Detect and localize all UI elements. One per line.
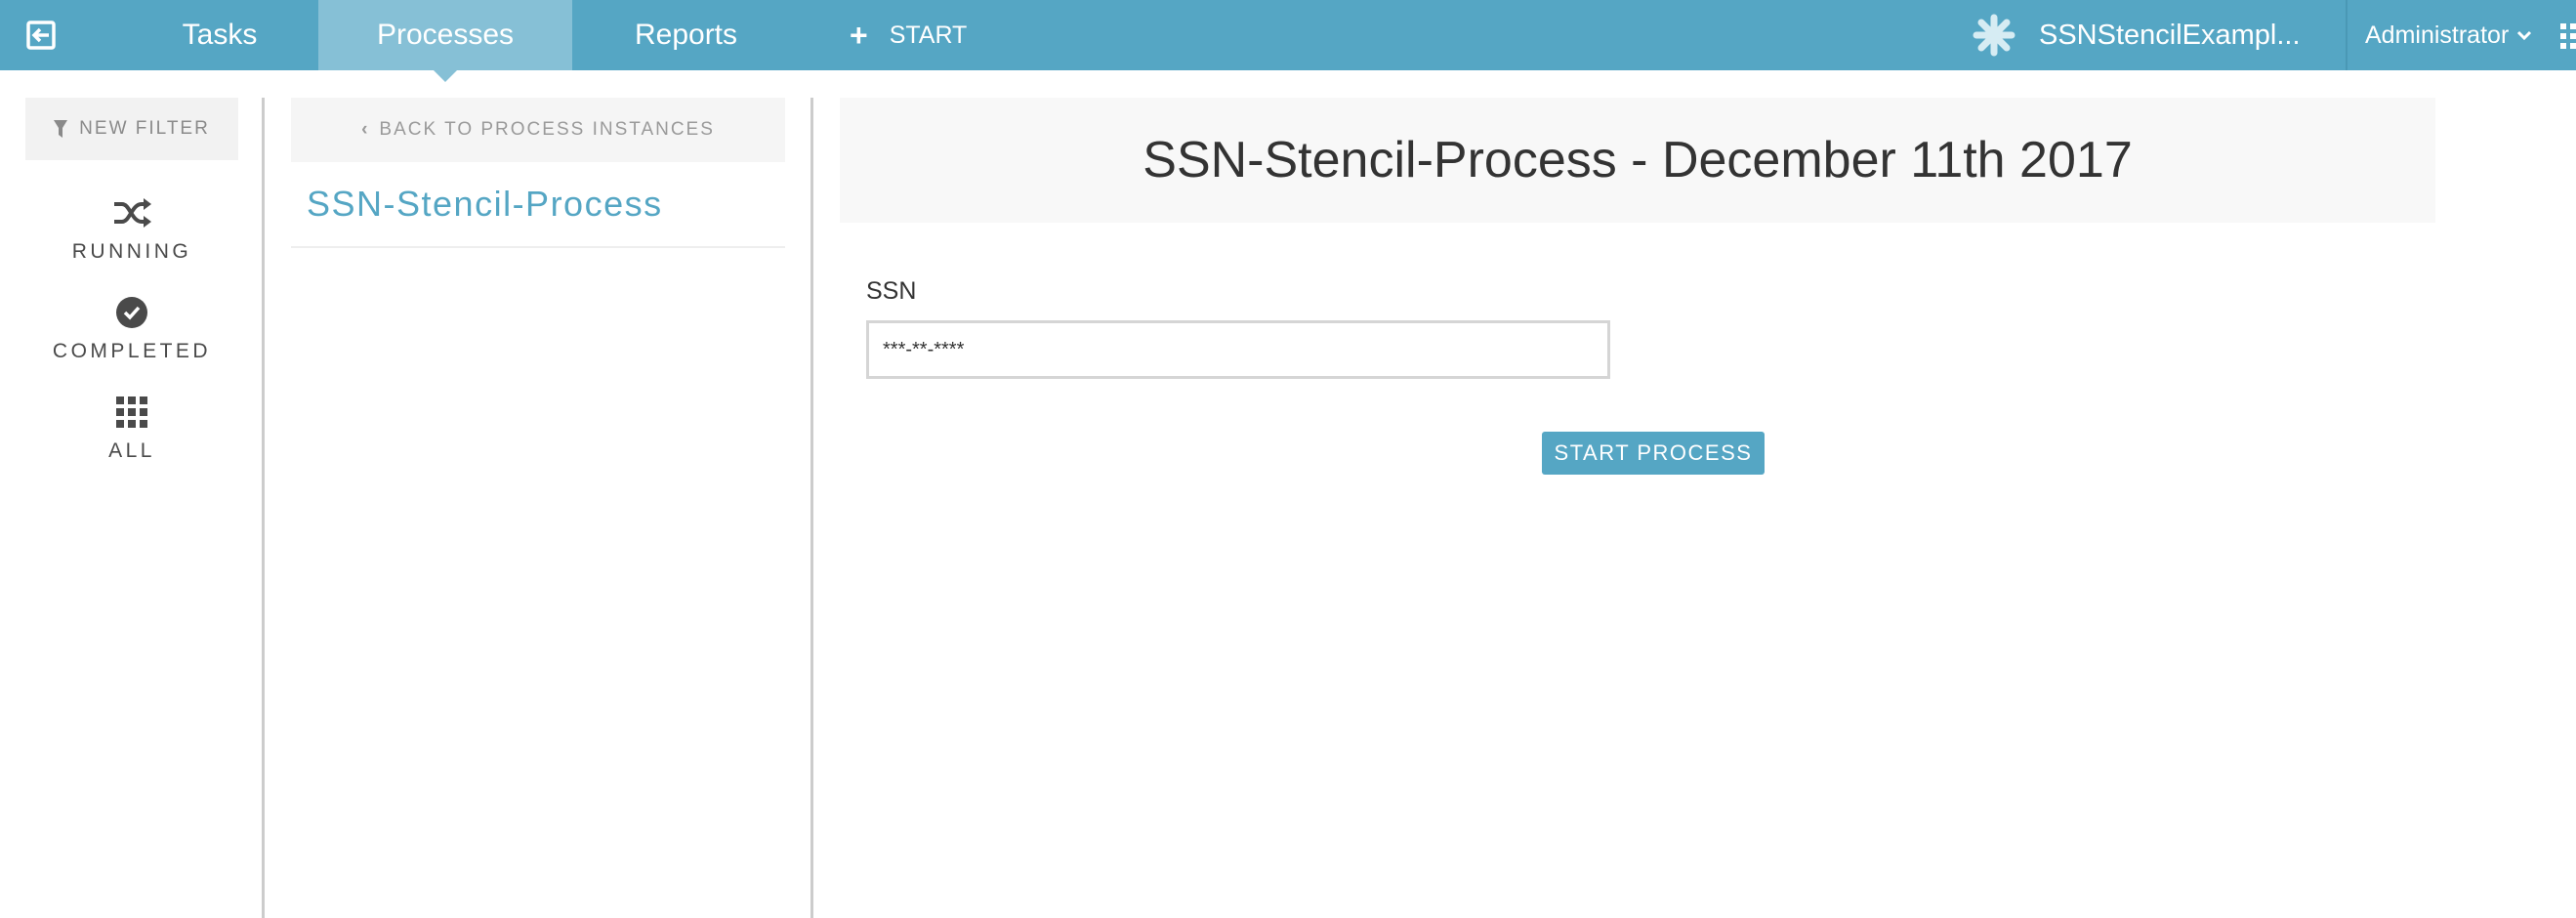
column-divider [262, 98, 265, 918]
exit-to-left-icon[interactable] [21, 16, 61, 55]
asterisk-icon [1973, 14, 2015, 57]
start-process-nav-button[interactable]: + START [850, 0, 1006, 70]
filter-panel: NEW FILTER RUNNING COMPLETED ALL [0, 70, 264, 918]
nav-tab-label: Reports [634, 19, 738, 51]
user-name: Administrator [2365, 21, 2510, 49]
nav-tab-reports[interactable]: Reports [586, 0, 786, 70]
ssn-input[interactable] [866, 320, 1610, 379]
filter-all-label: ALL [108, 439, 155, 462]
new-filter-button[interactable]: NEW FILTER [25, 98, 238, 160]
filter-all[interactable]: ALL [25, 395, 238, 473]
shuffle-icon [114, 198, 151, 228]
back-link-label: BACK TO PROCESS INSTANCES [379, 119, 715, 140]
filter-running-label: RUNNING [71, 240, 192, 263]
grid-icon [116, 396, 147, 428]
nav-tab-tasks[interactable]: Tasks [132, 0, 308, 70]
chevron-left-icon: ‹ [361, 119, 370, 140]
user-menu[interactable]: Administrator [2365, 0, 2541, 70]
filter-completed[interactable]: COMPLETED [25, 295, 238, 373]
app-switcher[interactable]: SSNStencilExampl... [1973, 0, 2344, 70]
nav-start-label: START [889, 21, 968, 49]
check-circle-icon [116, 297, 147, 328]
top-navigation-bar: Tasks Processes Reports + START SSNStenc… [0, 0, 2576, 82]
filter-running[interactable]: RUNNING [25, 195, 238, 273]
page-title: SSN-Stencil-Process - December 11th 2017 [1143, 132, 2133, 188]
app-name: SSNStencilExampl... [2039, 19, 2301, 51]
back-to-process-instances-link[interactable]: ‹ BACK TO PROCESS INSTANCES [291, 98, 785, 162]
ssn-label: SSN [866, 277, 917, 305]
process-list-panel: ‹ BACK TO PROCESS INSTANCES SSN-Stencil-… [291, 98, 785, 248]
filter-completed-label: COMPLETED [52, 340, 212, 362]
start-process-button[interactable]: START PROCESS [1542, 432, 1765, 475]
detail-header: SSN-Stencil-Process - December 11th 2017 [840, 98, 2435, 223]
nav-tab-processes[interactable]: Processes [318, 0, 572, 82]
grid-icon[interactable] [2560, 23, 2576, 49]
funnel-icon [54, 120, 68, 138]
process-item-label: SSN-Stencil-Process [307, 184, 663, 224]
nav-tab-label: Processes [376, 19, 515, 51]
nav-tab-label: Tasks [182, 19, 258, 51]
new-filter-label: NEW FILTER [79, 118, 210, 139]
column-divider [810, 98, 813, 918]
plus-icon: + [850, 17, 868, 53]
chevron-down-icon [2517, 30, 2532, 41]
list-item[interactable]: SSN-Stencil-Process [291, 162, 785, 248]
topbar-divider [2346, 0, 2347, 70]
